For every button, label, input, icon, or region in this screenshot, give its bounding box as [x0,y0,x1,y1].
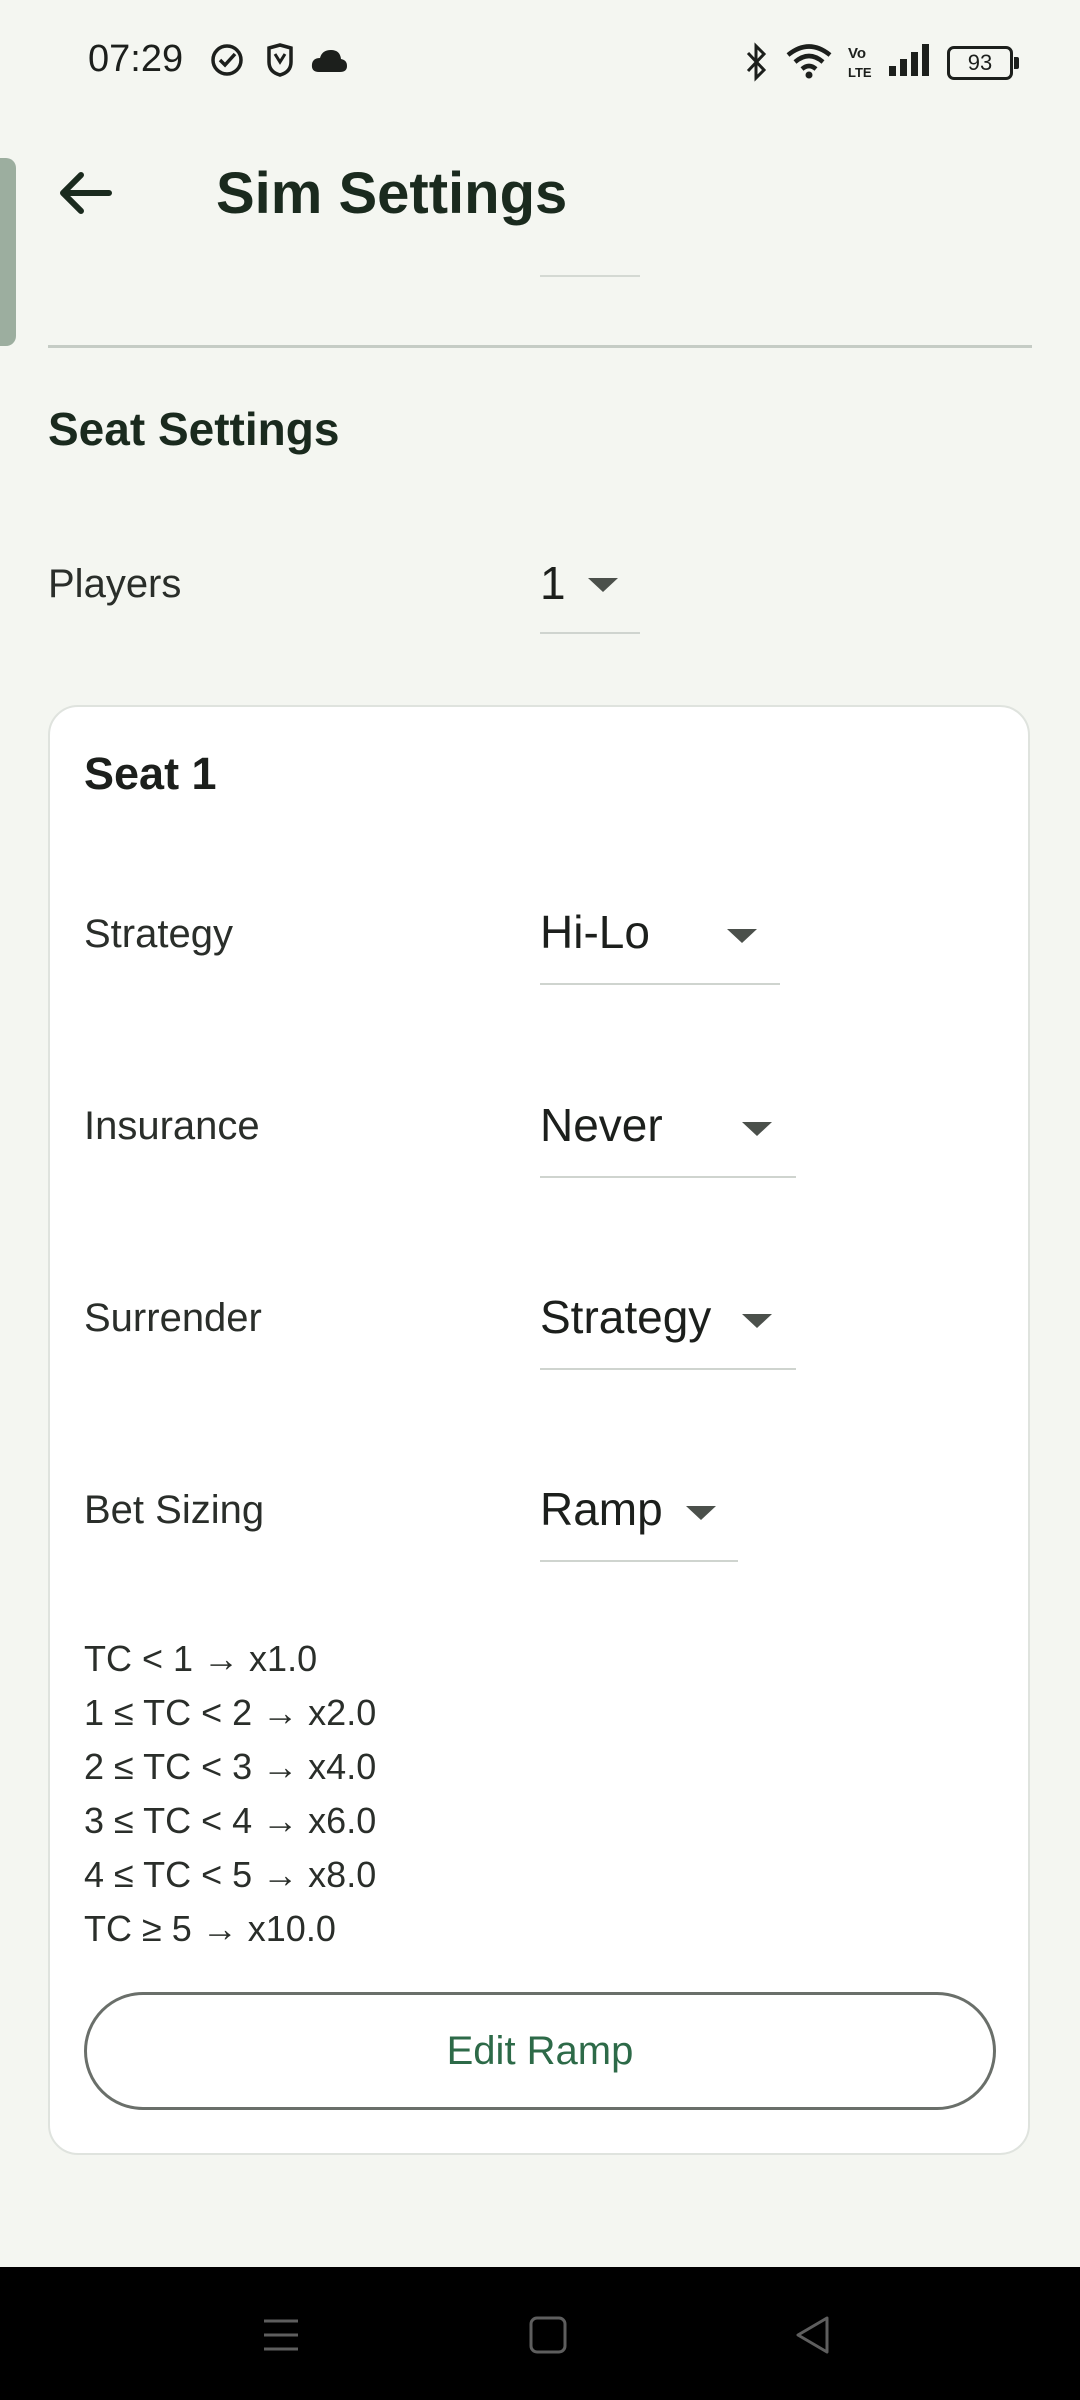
seat-title: Seat 1 [84,748,217,799]
edit-ramp-button[interactable]: Edit Ramp [84,1992,996,2110]
page-title: Sim Settings [216,161,568,226]
svg-text:LTE: LTE [848,65,872,80]
ramp-line: 4 ≤ TC < 5 → x8.0 [84,1854,377,1895]
insurance-value: Never [540,1099,663,1151]
strategy-dropdown[interactable]: Hi-Lo [540,905,780,985]
svg-text:Vo: Vo [848,45,866,62]
ramp-line: TC ≥ 5 → x10.0 [84,1908,336,1949]
surrender-value: Strategy [540,1291,712,1343]
bet-sizing-value: Ramp [540,1483,663,1535]
battery-icon: 93 [947,46,1019,80]
arrow-back-icon [60,172,112,214]
status-bar: 07:29 Vo LTE 93 [0,0,1080,125]
system-nav-bar [0,2267,1080,2400]
section-title-seat-settings: Seat Settings [48,403,340,455]
home-icon[interactable] [528,2315,568,2355]
shield-icon [267,43,293,77]
signal-icon [889,44,929,76]
dropdown-arrow-icon [686,1506,716,1520]
ramp-line: 3 ≤ TC < 4 → x6.0 [84,1800,377,1841]
bet-sizing-dropdown[interactable]: Ramp [540,1482,738,1562]
dropdown-arrow-icon [588,578,618,592]
players-dropdown[interactable]: 1 [540,556,640,634]
drawer-handle[interactable] [0,158,16,346]
strategy-label: Strategy [84,912,233,956]
ramp-line: 1 ≤ TC < 2 → x2.0 [84,1692,377,1733]
dropdown-arrow-icon [742,1314,772,1328]
cloud-icon [311,50,347,72]
bet-sizing-label: Bet Sizing [84,1488,265,1532]
strategy-value: Hi-Lo [540,906,650,958]
back-button[interactable] [50,158,120,228]
surrender-label: Surrender [84,1296,262,1340]
players-label: Players [48,562,182,606]
dropdown-arrow-icon [742,1122,772,1136]
check-circle-icon [211,44,243,76]
insurance-dropdown[interactable]: Never [540,1098,796,1178]
players-value: 1 [540,557,566,609]
dropdown-arrow-icon [727,929,757,943]
back-nav-icon[interactable] [794,2315,830,2355]
volte-icon: Vo LTE [848,45,872,80]
wifi-icon [786,44,832,79]
menu-icon[interactable] [262,2317,300,2353]
surrender-dropdown[interactable]: Strategy [540,1290,796,1370]
divider-faint [540,275,640,277]
ramp-line: TC < 1 → x1.0 [84,1638,318,1679]
section-divider [48,345,1032,348]
bluetooth-icon [746,42,767,82]
status-time: 07:29 [88,38,184,80]
insurance-label: Insurance [84,1104,260,1148]
ramp-line: 2 ≤ TC < 3 → x4.0 [84,1746,377,1787]
